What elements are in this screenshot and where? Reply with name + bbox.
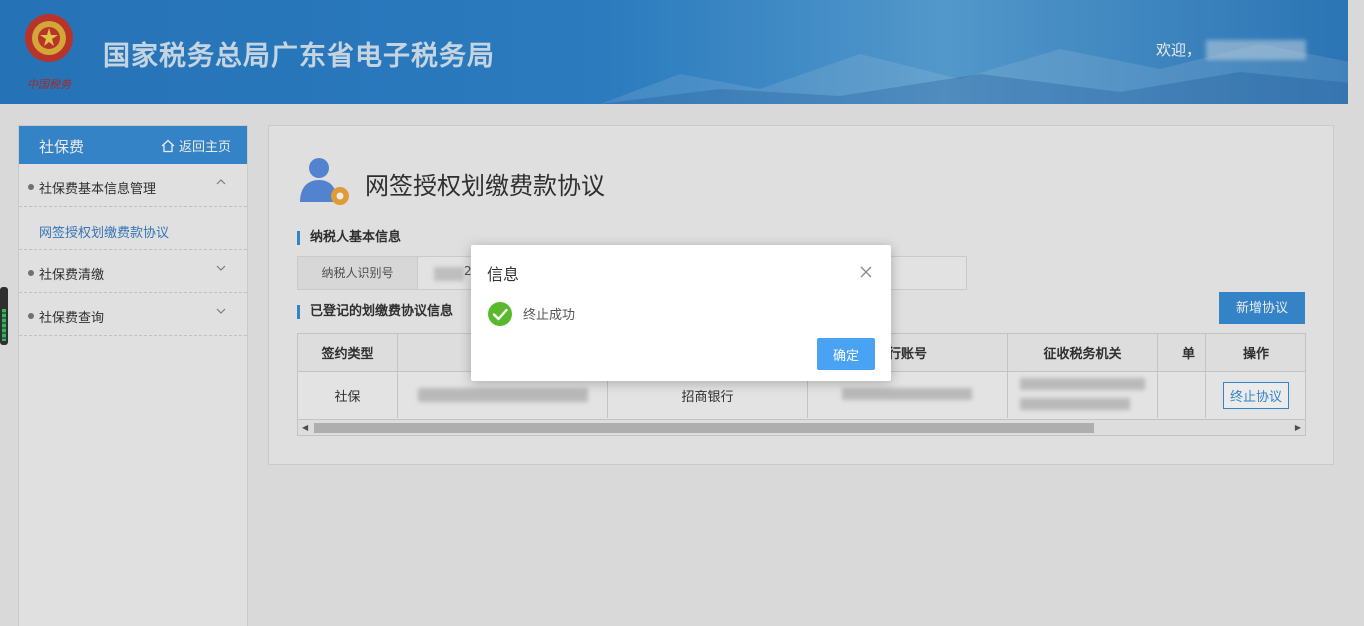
dialog-message: 终止成功 xyxy=(523,308,576,323)
confirm-button[interactable]: 确定 xyxy=(817,338,875,370)
info-dialog: 信息 终止成功 确定 xyxy=(471,245,891,381)
close-icon[interactable] xyxy=(859,265,873,279)
dialog-title: 信息 xyxy=(487,265,520,284)
success-check-icon xyxy=(488,302,512,326)
